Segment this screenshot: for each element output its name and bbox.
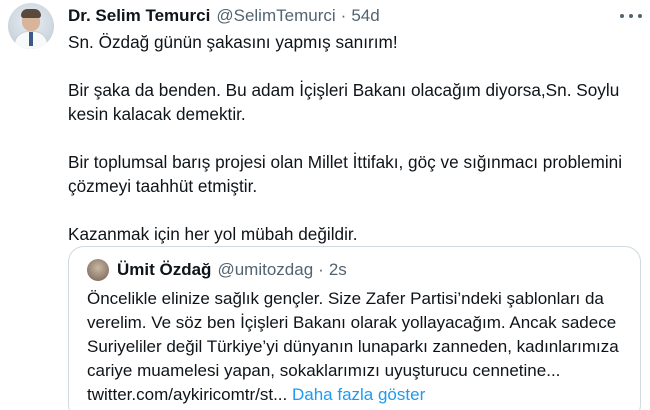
quoted-tweet-card[interactable]: Ümit Özdağ @umitozdag · 2s Öncelikle eli… (68, 246, 641, 410)
more-dot (638, 14, 642, 18)
quoted-text-line: Suriyeliler değil Türkiye’yi dünyanın lu… (87, 337, 619, 356)
more-horizontal-icon[interactable] (620, 9, 642, 23)
quoted-tweet-timestamp[interactable]: 2s (329, 260, 347, 280)
separator-dot: · (318, 260, 324, 279)
tweet-text-line: kesin kalacak demektir. (68, 104, 246, 124)
avatar-hair (21, 9, 41, 18)
quoted-link[interactable]: twitter.com/aykiricomtr/st... (87, 385, 287, 404)
author-display-name[interactable]: Dr. Selim Temurci (68, 6, 210, 26)
avatar-tie (29, 32, 33, 46)
quoted-tweet-header: Ümit Özdağ @umitozdag · 2s (117, 259, 347, 281)
quoted-author-handle[interactable]: @umitozdag (217, 260, 313, 280)
quoted-text-line-last: twitter.com/aykiricomtr/st... Daha fazla… (87, 383, 639, 407)
tweet-text-line: Sn. Özdağ günün şakasını yapmış sanırım! (68, 32, 398, 52)
quoted-tweet-text: Öncelikle elinize sağlık gençler. Size Z… (87, 287, 639, 407)
more-dot (620, 14, 624, 18)
separator-dot: · (340, 6, 347, 25)
tweet-text: Sn. Özdağ günün şakasını yapmış sanırım!… (68, 30, 643, 246)
quoted-text-line: Öncelikle elinize sağlık gençler. Size Z… (87, 289, 604, 308)
tweet-timestamp[interactable]: 54d (351, 6, 379, 26)
tweet-text-line: çözmeyi taahhüt etmiştir. (68, 176, 258, 196)
author-avatar[interactable] (8, 3, 54, 49)
quoted-text-line: cariye muamelesi yapan, sokaklarımızı uy… (87, 361, 561, 380)
tweet-header: Dr. Selim Temurci @SelimTemurci · 54d (68, 5, 380, 27)
tweet-text-line: Bir toplumsal barış projesi olan Millet … (68, 152, 623, 172)
tweet-text-line: Kazanmak için her yol mübah değildir. (68, 224, 358, 244)
show-more-link[interactable]: Daha fazla göster (292, 385, 425, 404)
tweet-text-line: Bir şaka da benden. Bu adam İçişleri Bak… (68, 80, 620, 100)
quoted-text-line: verelim. Ve söz ben İçişleri Bakanı olar… (87, 313, 617, 332)
more-dot (629, 14, 633, 18)
quoted-author-avatar[interactable] (87, 259, 109, 281)
author-handle[interactable]: @SelimTemurci (216, 6, 335, 26)
quoted-author-display-name[interactable]: Ümit Özdağ (117, 260, 211, 280)
